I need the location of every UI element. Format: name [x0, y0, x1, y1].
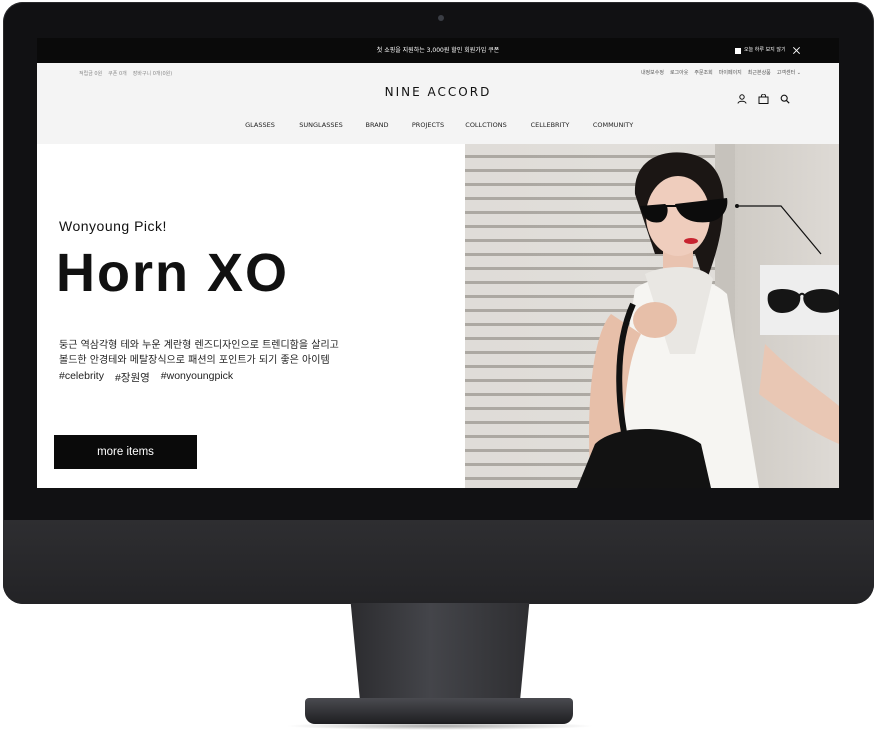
close-icon[interactable] [792, 46, 801, 55]
hero-description-line: 볼드한 안경테와 메탈장식으로 패션의 포인트가 되기 좋은 아이템 [59, 355, 330, 366]
bag-icon[interactable] [758, 94, 769, 104]
util-recent-products[interactable]: 최근본상품 [748, 69, 771, 76]
site-header: 적립금 0원 쿠폰 0개 장바구니 0개(0원) 내정보수정 로그아웃 주문조회… [37, 63, 839, 144]
nav-brand[interactable]: BRAND [351, 121, 403, 129]
hero-description: 둥근 역삼각형 테와 누운 계란형 렌즈디자인으로 트렌디함을 살리고 볼드한 … [59, 338, 339, 368]
util-order-lookup[interactable]: 주문조회 [694, 69, 712, 76]
announcement-bar: 첫 쇼핑을 지원하는 3,000원 할인 회원가입 쿠폰 오늘 하루 보지 않기 [37, 38, 839, 63]
hero-subtitle: Wonyoung Pick! [59, 218, 167, 234]
util-mypage[interactable]: 마이페이지 [719, 69, 742, 76]
nav-sunglasses[interactable]: SUNGLASSES [291, 121, 351, 129]
screen: 첫 쇼핑을 지원하는 3,000원 할인 회원가입 쿠폰 오늘 하루 보지 않기… [37, 38, 839, 488]
tag-wonyoungpick[interactable]: #wonyoungpick [161, 370, 233, 385]
monitor-base [305, 698, 573, 724]
util-edit-profile[interactable]: 내정보수정 [641, 69, 664, 76]
coupon-link[interactable]: 쿠폰 0개 [108, 70, 127, 77]
product-inset[interactable] [760, 265, 839, 335]
base-shadow [285, 722, 595, 730]
search-icon[interactable] [780, 94, 790, 104]
chevron-down-icon: ⌄ [796, 70, 801, 76]
points-link[interactable]: 적립금 0원 [79, 70, 102, 77]
tag-wonyoung-kr[interactable]: #장원영 [115, 370, 150, 385]
cart-summary-link[interactable]: 장바구니 0개(0원) [133, 70, 172, 77]
nav-celebrity[interactable]: CELLEBRITY [519, 121, 581, 129]
tag-celebrity[interactable]: #celebrity [59, 370, 104, 385]
util-logout[interactable]: 로그아웃 [670, 69, 688, 76]
hero-description-line: 둥근 역삼각형 테와 누운 계란형 렌즈디자인으로 트렌디함을 살리고 [59, 340, 339, 351]
hero-title: Horn XO [56, 243, 290, 303]
user-icon[interactable] [737, 94, 747, 104]
announcement-text[interactable]: 첫 쇼핑을 지원하는 3,000원 할인 회원가입 쿠폰 [377, 47, 499, 54]
hero-text-panel: Wonyoung Pick! Horn XO 둥근 역삼각형 테와 누운 계란형… [37, 144, 465, 488]
monitor-stand [350, 603, 530, 703]
nav-glasses[interactable]: GLASSES [231, 121, 289, 129]
camera-icon [438, 15, 444, 21]
util-customer-center[interactable]: 고객센터 ⌄ [777, 69, 801, 76]
site-logo[interactable]: NINE ACCORD [37, 85, 839, 99]
main-nav: GLASSES SUNGLASSES BRAND PROJECTS COLLCT… [37, 121, 839, 129]
sunglasses-product-icon [767, 289, 839, 313]
hide-today-label: 오늘 하루 보지 않기 [744, 47, 786, 53]
hide-today-checkbox[interactable] [735, 47, 741, 54]
nav-community[interactable]: COMMUNITY [581, 121, 645, 129]
hero-tags: #celebrity #장원영 #wonyoungpick [59, 370, 233, 385]
hero-image [465, 144, 839, 488]
nav-collections[interactable]: COLLCTIONS [453, 121, 519, 129]
utility-menu: 내정보수정 로그아웃 주문조회 마이페이지 최근본상품 고객센터 ⌄ [641, 69, 801, 76]
monitor-chin [3, 520, 874, 604]
member-summary: 적립금 0원 쿠폰 0개 장바구니 0개(0원) [79, 70, 172, 77]
header-icons [737, 94, 790, 104]
more-items-button[interactable]: more items [54, 435, 197, 469]
hide-today-option[interactable]: 오늘 하루 보지 않기 [735, 38, 786, 63]
nav-projects[interactable]: PROJECTS [403, 121, 453, 129]
util-customer-center-label: 고객센터 [776, 70, 796, 76]
